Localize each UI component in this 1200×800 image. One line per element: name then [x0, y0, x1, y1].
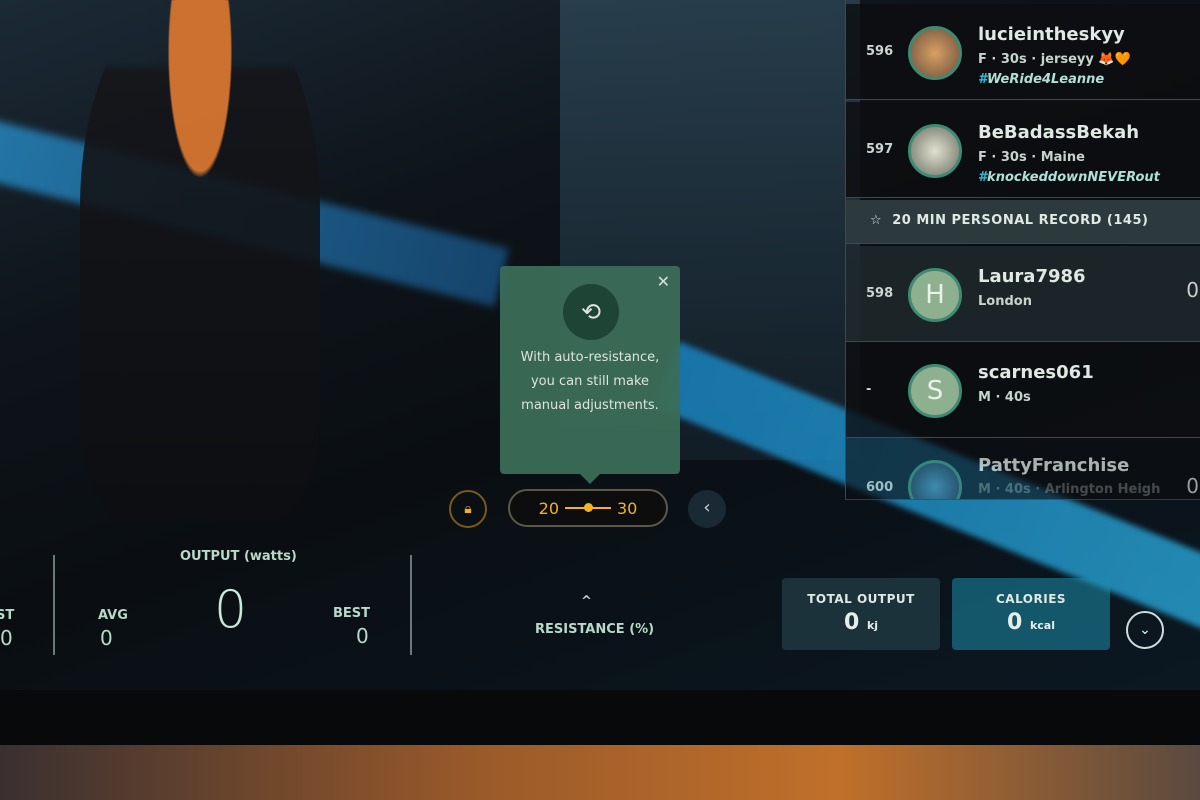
user-details: London	[978, 294, 1032, 309]
chevron-left-icon: ‹	[703, 497, 711, 518]
range-slider[interactable]	[565, 503, 611, 512]
hashtag-text: knockeddownNEVERout	[987, 170, 1160, 185]
resistance-label: RESISTANCE (%)	[535, 622, 655, 637]
instructor-figure	[80, 0, 320, 520]
personal-record-divider: ☆ 20 MIN PERSONAL RECORD (145)	[846, 200, 1200, 244]
resistance-max: 30	[617, 498, 638, 518]
avatar: H	[908, 268, 962, 322]
user-output: 0	[1186, 278, 1199, 302]
lock-icon: 🔒︎	[464, 501, 472, 517]
resistance-range[interactable]: 20 30	[508, 489, 668, 527]
chevron-up-icon[interactable]: ^	[581, 594, 592, 609]
rank: 596	[866, 44, 894, 59]
cadence-value: 0	[0, 626, 13, 650]
slider-handle[interactable]	[584, 503, 593, 512]
rank: 597	[866, 142, 894, 157]
total-output-value: 0	[843, 610, 860, 635]
hash: #	[978, 72, 988, 87]
username: Laura7986	[978, 266, 1086, 287]
user-details: M · 40s · Arlington Heigh	[978, 482, 1161, 497]
close-icon[interactable]: ✕	[657, 272, 670, 291]
calories-label: CALORIES	[995, 592, 1067, 606]
lock-button[interactable]: 🔒︎	[449, 490, 487, 528]
output-title: OUTPUT (watts)	[180, 549, 297, 564]
leaderboard-row[interactable]: 600 PattyFranchise M · 40s · Arlington H…	[846, 438, 1200, 500]
hashtag-text: WeRide4Leanne	[987, 72, 1105, 87]
user-details: M · 40s	[978, 390, 1031, 405]
username: scarnes061	[978, 362, 1094, 383]
hash: #	[978, 170, 988, 185]
user-output: 0	[1186, 474, 1199, 498]
unit: kcal	[1029, 619, 1055, 632]
chevron-down-icon: ⌄	[1139, 622, 1151, 638]
section-label: 20 MIN PERSONAL RECORD (145)	[892, 213, 1149, 228]
avatar	[908, 26, 962, 80]
avg-value: 0	[100, 626, 113, 650]
background-room	[0, 745, 1200, 800]
unit: kj	[866, 619, 879, 632]
best-value: 0	[356, 624, 369, 648]
calories-value: 0	[1006, 610, 1023, 635]
divider	[410, 555, 412, 655]
avatar: S	[908, 364, 962, 418]
star-icon: ☆	[870, 213, 883, 228]
username: lucieintheskyy	[978, 24, 1125, 45]
total-output-label: TOTAL OUTPUT	[807, 592, 915, 606]
hashtag: #WeRide4Leanne	[978, 72, 1104, 87]
best-label: BEST	[333, 606, 371, 621]
leaderboard-row-self[interactable]: - S scarnes061 M · 40s	[846, 342, 1200, 438]
rank: 598	[866, 286, 894, 301]
hashtag: #knockeddownNEVERout	[978, 170, 1160, 185]
rank: -	[866, 382, 872, 397]
avg-label: AVG	[98, 608, 128, 623]
tooltip-text: With auto-resistance, you can still make…	[520, 350, 660, 413]
avatar	[908, 460, 962, 499]
resistance-min: 20	[538, 498, 559, 518]
username: BeBadassBekah	[978, 122, 1140, 143]
auto-resistance-tooltip: ✕ ⟲ With auto-resistance, you can still …	[500, 266, 680, 484]
leaderboard-row[interactable]: 597 BeBadassBekah F · 30s · Maine #knock…	[846, 102, 1200, 198]
divider	[53, 555, 55, 655]
username: PattyFranchise	[978, 455, 1130, 476]
leaderboard-row[interactable]: 598 H Laura7986 London 0	[846, 246, 1200, 342]
auto-resistance-icon: ⟲	[563, 284, 619, 340]
expand-metrics-button[interactable]: ⌄	[1126, 611, 1164, 649]
output-value: 0	[214, 580, 248, 640]
user-details: F · 30s · Maine	[978, 150, 1085, 165]
calories-card: CALORIES 0 kcal	[952, 578, 1110, 650]
leaderboard[interactable]: 596 lucieintheskyy F · 30s · jerseyy 🦊🧡 …	[845, 0, 1200, 500]
rank: 600	[866, 480, 894, 495]
cadence-label: ST	[0, 608, 15, 623]
avatar	[908, 124, 962, 178]
collapse-button[interactable]: ‹	[688, 490, 726, 528]
total-output-card: TOTAL OUTPUT 0 kj	[782, 578, 940, 650]
screen-bezel	[0, 690, 1200, 750]
user-details: F · 30s · jerseyy 🦊🧡	[978, 52, 1131, 67]
leaderboard-row[interactable]: 596 lucieintheskyy F · 30s · jerseyy 🦊🧡 …	[846, 4, 1200, 100]
